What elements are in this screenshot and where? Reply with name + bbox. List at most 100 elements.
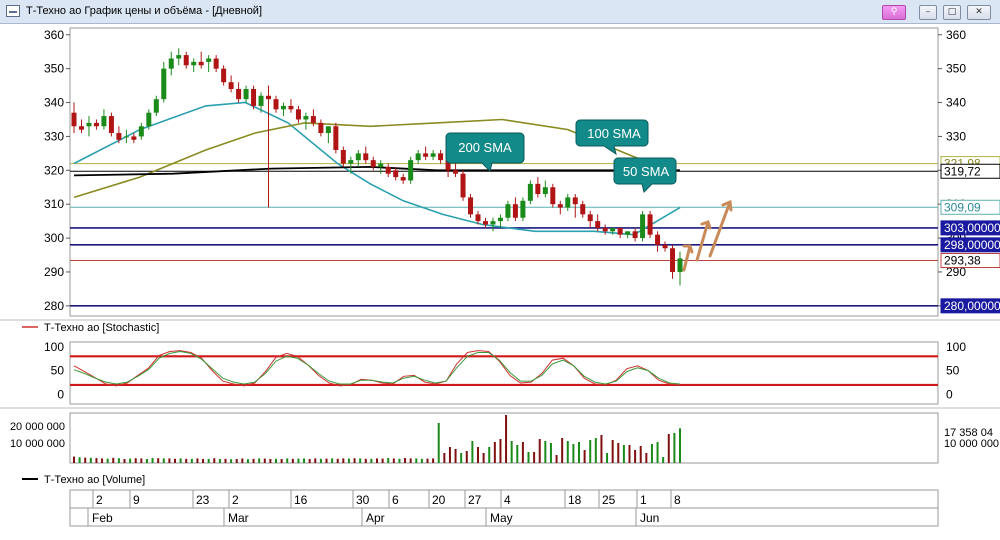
candle [468,194,474,218]
price-tick-left: 310 [44,197,64,211]
volume-bar [443,453,446,463]
pin-button[interactable]: ⚲ [882,5,906,20]
volume-bar [549,443,552,463]
volume-bar [145,459,148,463]
volume-bar [645,453,648,463]
volume-bar [207,459,210,463]
volume-bar [252,458,255,463]
candle [527,180,533,205]
price-tick-left: 300 [44,231,64,245]
volume-bar [561,438,564,463]
volume-bar [622,445,625,463]
candle [520,197,526,222]
price-tick-left: 340 [44,96,64,110]
volume-plot-frame [69,412,939,464]
minimize-button[interactable]: – [919,5,937,20]
volume-bar [482,453,485,463]
svg-text:319,72: 319,72 [944,164,981,178]
volume-bar [202,459,205,463]
candle [550,183,556,208]
volume-bar [84,457,87,463]
volume-bar [269,459,272,463]
day-tick-label: 2 [232,493,239,507]
chart-canvas[interactable]: 360350340330320310300290280 360350340330… [0,24,1000,540]
volume-bar [336,458,339,463]
volume-bar [129,458,132,463]
price-pane[interactable]: 360 350 340 330 320 310 300 290 280 360 350 340 330… [44,27,1000,317]
close-button[interactable]: ✕ [967,5,991,20]
volume-pane[interactable]: 20 000 000 10 000 000 17 358 04 10 000 0… [0,407,1000,486]
day-tick-label: 16 [294,493,308,507]
day-tick-label: 30 [356,493,370,507]
volume-bar [600,435,603,463]
volume-bar [381,458,384,463]
candle [408,156,414,184]
day-tick-label: 9 [133,493,140,507]
svg-text:293,38: 293,38 [944,254,981,268]
day-tick-label: 6 [392,493,399,507]
volume-bar [533,452,536,463]
volume-bar [437,423,440,463]
volume-tick-left-1: 10 000 000 [10,438,65,450]
candle [647,210,653,239]
price-tick-right: 330 [946,129,966,143]
volume-bar [297,458,300,463]
volume-bar [505,415,508,463]
volume-bar [606,453,609,463]
time-axis[interactable]: 2 9 23 2 16 30 6 20 27 4 18 25 1 8 Feb Mar Apr May Jun [69,489,939,527]
volume-bar [263,458,266,463]
price-tick-left: 280 [44,299,64,313]
volume-bar [213,458,216,463]
volume-bar [179,458,182,463]
maximize-button[interactable]: □ [943,5,961,20]
volume-bar [679,428,681,463]
volume-bar [589,440,592,463]
day-tick-label: 4 [504,493,511,507]
day-tick-label: 8 [674,493,681,507]
volume-legend: Т-Техно ао [Volume] [44,474,145,486]
volume-bar [521,442,524,463]
stochastic-pane[interactable]: Т-Техно ао [Stochastic] 100 50 0 100 50 0 [0,319,1000,405]
volume-bar [578,442,580,463]
volume-bar [555,455,558,463]
price-tag: 293,38 [940,253,1000,269]
stochastic-tick-left: 50 [51,364,65,378]
volume-bar [376,458,378,463]
volume-bar [73,456,75,463]
volume-bar [151,458,154,463]
day-tick-label: 20 [432,493,446,507]
volume-bar [353,458,356,463]
volume-bar [639,446,642,463]
price-tags: 321,98319,72309,09303,00000298,00000293,… [940,156,1000,314]
price-tick-left: 360 [44,28,64,42]
volume-bar [174,458,176,463]
volume-bar [634,450,637,463]
volume-bar [493,442,496,463]
price-tick-right: 360 [946,28,966,42]
volume-bar [230,459,233,463]
volume-bar [117,458,120,463]
price-tick-left: 290 [44,265,64,279]
price-ticks-left: 360 350 340 330 320 310 300 290 280 [44,28,70,313]
volume-tick-right-1: 10 000 000 [944,438,999,450]
volume-bar [224,458,227,463]
volume-bar [667,434,670,463]
volume-bar [370,458,373,463]
price-tick-left: 320 [44,163,64,177]
stochastic-ticks-left: 100 50 0 [44,340,64,402]
volume-bar [78,457,81,463]
day-tick-label: 18 [568,493,582,507]
volume-bar [398,458,401,463]
volume-bar [454,449,457,463]
volume-bar [235,459,238,463]
volume-tick-left-0: 20 000 000 [10,421,65,433]
candle [333,122,339,154]
day-tick-label: 27 [468,493,482,507]
volume-bar [168,458,171,463]
app-icon [6,5,20,17]
volume-bar [196,458,199,463]
volume-bar [286,458,289,463]
volume-bar [392,458,395,463]
volume-bar [460,453,463,463]
volume-bar [246,459,249,463]
